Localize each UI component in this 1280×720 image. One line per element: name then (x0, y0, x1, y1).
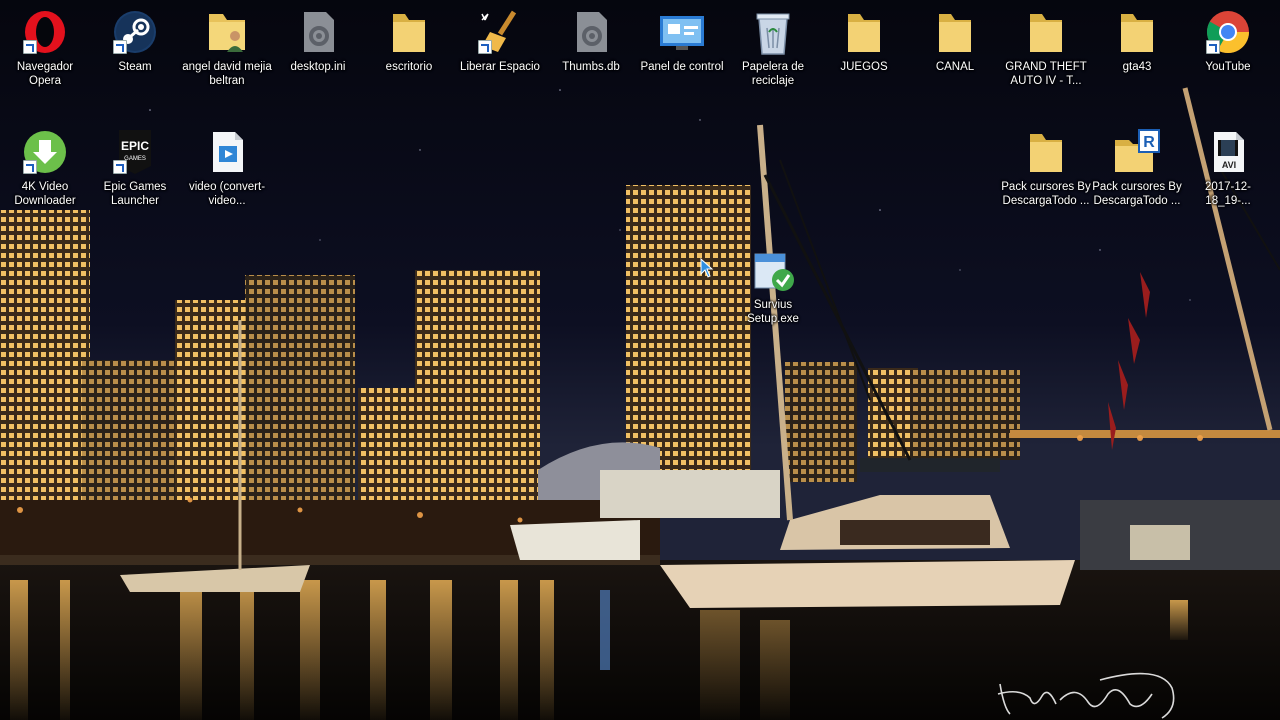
epic-games-icon: EPIC GAMES (111, 128, 159, 176)
desktop-icon-video-file[interactable]: video (convert-video... (182, 122, 272, 208)
desktop-icon-gta43[interactable]: gta43 (1092, 2, 1182, 88)
desktop-icon-steam[interactable]: Steam (90, 2, 180, 88)
svg-text:EPIC: EPIC (121, 139, 149, 153)
folder-icon (1022, 8, 1070, 56)
folder-icon (1022, 128, 1070, 176)
desktop-icon-desktop-ini[interactable]: desktop.ini (273, 2, 363, 88)
signature-watermark (997, 672, 1175, 719)
download-icon (21, 128, 69, 176)
desktop-icon-label: Steam (118, 61, 152, 73)
desktop-icon-label: Epic Games Launcher (103, 181, 167, 207)
desktop-icon-label: desktop.ini (290, 61, 346, 73)
desktop-icon-label: Pack cursores By DescargaTodo ... (1001, 181, 1091, 207)
cleanup-broom-icon (476, 8, 524, 56)
settings-file-icon (294, 8, 342, 56)
chrome-icon (1204, 8, 1252, 56)
folder-icon (931, 8, 979, 56)
shortcut-arrow-icon (113, 160, 127, 174)
desktop-icon-label: Liberar Espacio (460, 61, 540, 73)
desktop-icon-juegos[interactable]: JUEGOS (819, 2, 909, 88)
folder-icon (1113, 8, 1161, 56)
shortcut-arrow-icon (478, 40, 492, 54)
desktop-icon-label: video (convert-video... (188, 181, 266, 207)
desktop-icon-label: Navegador Opera (16, 61, 74, 87)
desktop-icon-label: JUEGOS (840, 61, 888, 73)
media-file-icon (203, 128, 251, 176)
desktop-icon-canal[interactable]: CANAL (910, 2, 1000, 88)
desktop-icon-label: escritorio (385, 61, 433, 73)
desktop-icon-pack-cursores-folder[interactable]: Pack cursores By DescargaTodo ... (1001, 122, 1091, 208)
settings-file-icon (567, 8, 615, 56)
avi-file-icon: AVI (1204, 128, 1252, 176)
desktop-wallpaper (0, 0, 1280, 720)
desktop-icon-thumbs-db[interactable]: Thumbs.db (546, 2, 636, 88)
user-folder-icon (203, 8, 251, 56)
desktop-icon-label: CANAL (935, 61, 975, 73)
desktop-icon-papelera[interactable]: Papelera de reciclaje (728, 2, 818, 88)
steam-icon (111, 8, 159, 56)
desktop-icon-survius-setup[interactable]: Survius Setup.exe (728, 240, 818, 326)
mouse-cursor-icon (700, 258, 714, 278)
folder-icon (385, 8, 433, 56)
desktop-icon-label: Pack cursores By DescargaTodo ... (1092, 181, 1182, 207)
rar-archive-icon: R (1113, 128, 1161, 176)
folder-icon (840, 8, 888, 56)
recycle-bin-icon (749, 8, 797, 56)
shortcut-arrow-icon (23, 160, 37, 174)
desktop-icon-label: angel david mejia beltran (182, 61, 272, 87)
desktop-icon-opera[interactable]: Navegador Opera (0, 2, 90, 88)
svg-text:GAMES: GAMES (124, 156, 146, 162)
desktop-icon-label: 2017-12-18_19-... (1204, 181, 1252, 207)
desktop-icon-label: gta43 (1122, 61, 1152, 73)
shortcut-arrow-icon (1206, 40, 1220, 54)
desktop-icon-label: GRAND THEFT AUTO IV - T... (1005, 61, 1087, 87)
desktop-icon-label: Panel de control (640, 61, 724, 73)
desktop-icon-user-folder[interactable]: angel david mejia beltran (182, 2, 272, 88)
svg-text:R: R (1143, 134, 1155, 151)
shortcut-arrow-icon (23, 40, 37, 54)
desktop-icon-liberar-espacio[interactable]: Liberar Espacio (455, 2, 545, 88)
desktop-icon-label: 4K Video Downloader (14, 181, 76, 207)
desktop-icon-pack-cursores-rar[interactable]: R Pack cursores By DescargaTodo ... (1092, 122, 1182, 208)
installer-icon (749, 246, 797, 294)
desktop-icon-label: Thumbs.db (562, 61, 620, 73)
desktop-icon-panel-de-control[interactable]: Panel de control (637, 2, 727, 88)
opera-icon (21, 8, 69, 56)
desktop-icon-escritorio[interactable]: escritorio (364, 2, 454, 88)
svg-text:AVI: AVI (1222, 160, 1236, 170)
control-panel-icon (658, 8, 706, 56)
desktop-icon-label: Papelera de reciclaje (741, 61, 805, 87)
desktop-icon-gta-iv[interactable]: GRAND THEFT AUTO IV - T... (1001, 2, 1091, 88)
desktop-icon-label: Survius Setup.exe (747, 299, 799, 325)
shortcut-arrow-icon (113, 40, 127, 54)
desktop-icon-4k-video-downloader[interactable]: 4K Video Downloader (0, 122, 90, 208)
desktop-icon-label: YouTube (1205, 61, 1251, 73)
desktop-icon-epic-games[interactable]: EPIC GAMES Epic Games Launcher (90, 122, 180, 208)
desktop-icon-youtube[interactable]: YouTube (1183, 2, 1273, 88)
desktop-icon-avi-file[interactable]: AVI 2017-12-18_19-... (1183, 122, 1273, 208)
